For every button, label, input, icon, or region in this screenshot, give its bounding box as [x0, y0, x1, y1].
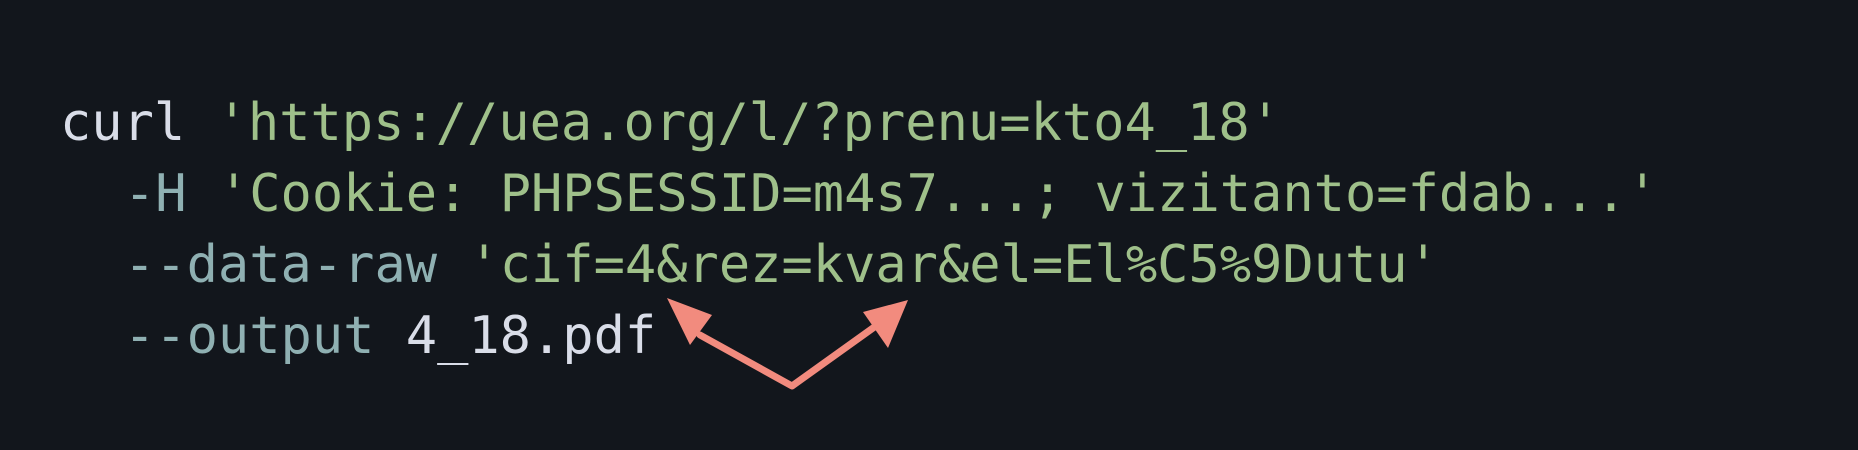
curl-command: curl — [60, 93, 186, 153]
data-raw-value: 'cif=4&rez=kvar&el=El%C5%9Dutu' — [468, 235, 1439, 295]
cookie-header-value: 'Cookie: PHPSESSID=m4s7...; vizitanto=fd… — [217, 164, 1659, 224]
code-line-2: -H 'Cookie: PHPSESSID=m4s7...; vizitanto… — [60, 159, 1658, 230]
code-line-4: --output 4_18.pdf — [60, 301, 1658, 372]
data-raw-flag: --data-raw — [124, 235, 438, 295]
curl-command-block: curl 'https://uea.org/l/?prenu=kto4_18' -… — [60, 88, 1658, 372]
header-flag: -H — [124, 164, 187, 224]
request-url: 'https://uea.org/l/?prenu=kto4_18' — [216, 93, 1281, 153]
output-flag: --output — [124, 306, 375, 366]
code-line-3: --data-raw 'cif=4&rez=kvar&el=El%C5%9Dut… — [60, 230, 1658, 301]
output-filename: 4_18.pdf — [405, 306, 657, 366]
code-line-1: curl 'https://uea.org/l/?prenu=kto4_18' — [60, 88, 1658, 159]
